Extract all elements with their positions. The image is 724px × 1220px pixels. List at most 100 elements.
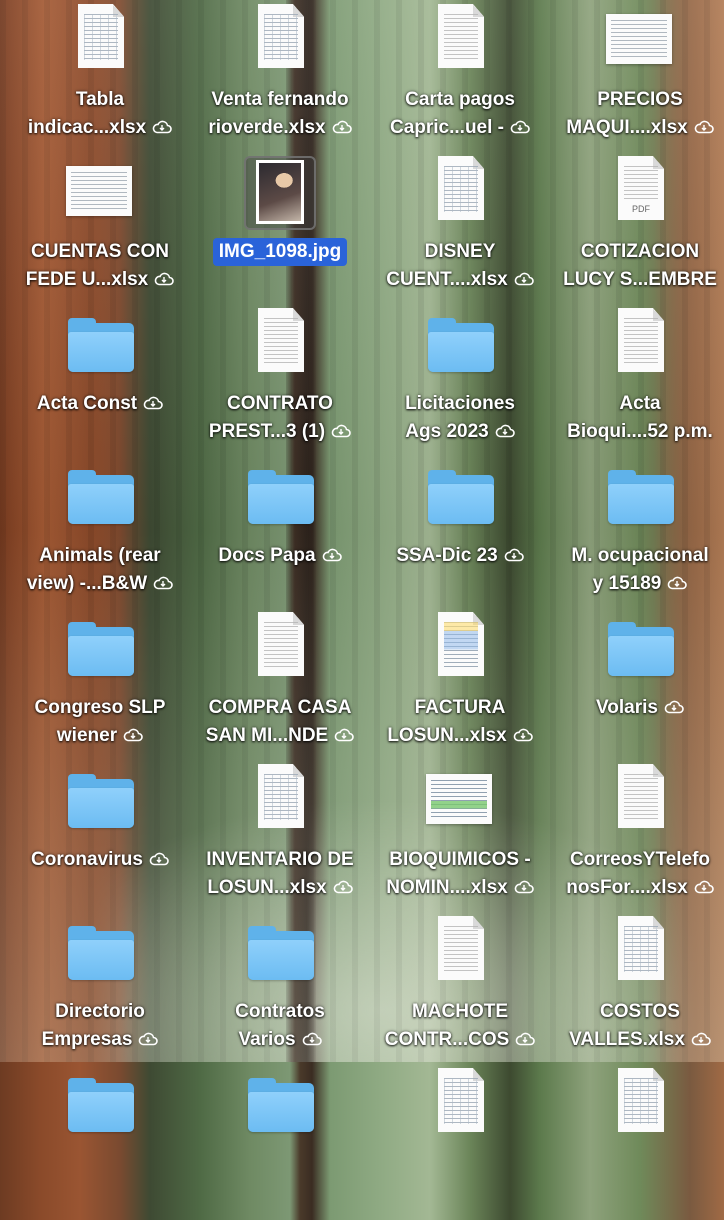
spreadsheet-icon[interactable] [604,4,676,76]
icloud-download-icon[interactable] [332,120,352,134]
icloud-download-icon[interactable] [667,576,688,590]
desktop-item[interactable]: DISNEY CUENT....xlsx [370,156,550,308]
icloud-download-icon[interactable] [694,120,714,134]
icloud-download-icon[interactable] [694,880,714,894]
pdf-icon[interactable]: PDF [604,156,676,228]
icloud-download-icon[interactable] [149,852,169,866]
desktop-item-label[interactable]: Directorio Empresas [10,998,190,1054]
desktop-item-label[interactable]: MACHOTE CONTR...COS [370,998,550,1054]
icloud-download-icon[interactable] [154,272,175,286]
document-icon[interactable] [244,308,316,380]
desktop-item-label[interactable]: Contratos Varios [190,998,370,1054]
desktop-item[interactable]: INVENTARIO DE LOSUN...xlsx [190,764,370,916]
desktop-item-label[interactable]: Tabla indicac...xlsx [10,86,190,142]
desktop-item[interactable]: Directorio Empresas [10,916,190,1068]
folder-icon[interactable] [604,612,676,684]
spreadsheet-icon[interactable] [424,612,496,684]
folder-icon[interactable] [604,460,676,532]
folder-icon[interactable] [64,764,136,836]
desktop-item-label[interactable]: Docs Papa [190,542,370,570]
icloud-download-icon[interactable] [334,728,355,742]
desktop-item-label[interactable]: Licitaciones Ags 2023 [370,390,550,446]
desktop-item-label[interactable]: INVENTARIO DE LOSUN...xlsx [190,846,370,902]
icloud-download-icon[interactable] [691,1032,711,1046]
icloud-download-icon[interactable] [333,880,353,894]
desktop-item-label[interactable]: IMG_1098.jpg [190,238,370,266]
icloud-download-icon[interactable] [510,120,530,134]
desktop-item-label[interactable]: SSA-Dic 23 [370,542,550,570]
desktop-item[interactable] [10,1068,190,1220]
spreadsheet-icon[interactable] [64,156,136,228]
folder-icon[interactable] [244,460,316,532]
desktop-item[interactable]: Congreso SLP wiener [10,612,190,764]
desktop-item[interactable]: PDF COTIZACION LUCY S...EMBRE [550,156,724,308]
spreadsheet-icon[interactable] [244,4,316,76]
desktop-item[interactable]: FACTURA LOSUN...xlsx [370,612,550,764]
desktop-item[interactable]: IMG_1098.jpg [190,156,370,308]
desktop-item-label[interactable]: BIOQUIMICOS - NOMIN....xlsx [370,846,550,902]
desktop-item[interactable] [370,1068,550,1220]
document-icon[interactable] [604,764,676,836]
icloud-download-icon[interactable] [123,728,143,742]
desktop-item-label[interactable]: COSTOS VALLES.xlsx [550,998,724,1054]
folder-icon[interactable] [244,916,316,988]
desktop-item-label[interactable]: CONTRATO PREST...3 (1) [190,390,370,446]
spreadsheet-icon[interactable] [424,1068,496,1140]
icloud-download-icon[interactable] [515,1032,536,1046]
desktop-item-label[interactable]: Coronavirus [10,846,190,874]
desktop-item-label[interactable]: FACTURA LOSUN...xlsx [370,694,550,750]
icloud-download-icon[interactable] [664,700,684,714]
icloud-download-icon[interactable] [495,424,515,438]
desktop-item-label[interactable]: COMPRA CASA SAN MI...NDE [190,694,370,750]
icloud-download-icon[interactable] [513,728,533,742]
folder-icon[interactable] [64,308,136,380]
spreadsheet-icon[interactable] [424,156,496,228]
document-icon[interactable] [424,4,496,76]
spreadsheet-icon[interactable] [424,764,496,836]
desktop-item-label[interactable]: DISNEY CUENT....xlsx [370,238,550,294]
document-icon[interactable] [424,916,496,988]
desktop-item-label[interactable]: Volaris [550,694,724,722]
document-icon[interactable] [244,612,316,684]
desktop-item[interactable]: CONTRATO PREST...3 (1) [190,308,370,460]
desktop-item-label[interactable]: Carta pagos Capric...uel - [370,86,550,142]
spreadsheet-icon[interactable] [64,4,136,76]
desktop-item[interactable]: Carta pagos Capric...uel - [370,4,550,156]
spreadsheet-icon[interactable] [244,764,316,836]
icloud-download-icon[interactable] [153,576,173,590]
folder-icon[interactable] [424,460,496,532]
icloud-download-icon[interactable] [322,548,342,562]
desktop-item[interactable]: Tabla indicac...xlsx [10,4,190,156]
folder-icon[interactable] [64,460,136,532]
desktop-item[interactable]: Acta Const [10,308,190,460]
desktop-item[interactable]: Volaris [550,612,724,764]
icloud-download-icon[interactable] [504,548,524,562]
desktop-item[interactable]: SSA-Dic 23 [370,460,550,612]
desktop-item[interactable] [550,1068,724,1220]
desktop-item[interactable]: Animals (rear view) -...B&W [10,460,190,612]
desktop-item[interactable]: Coronavirus [10,764,190,916]
folder-icon[interactable] [64,916,136,988]
icloud-download-icon[interactable] [302,1032,322,1046]
desktop-item-label[interactable]: Acta Const [10,390,190,418]
desktop-item-label[interactable]: COTIZACION LUCY S...EMBRE [550,238,724,294]
desktop-item[interactable]: BIOQUIMICOS - NOMIN....xlsx [370,764,550,916]
desktop-item[interactable]: Docs Papa [190,460,370,612]
icloud-download-icon[interactable] [514,880,534,894]
folder-icon[interactable] [64,1068,136,1140]
desktop-item[interactable]: M. ocupacional y 15189 [550,460,724,612]
desktop-item[interactable]: Licitaciones Ags 2023 [370,308,550,460]
spreadsheet-icon[interactable] [604,916,676,988]
icloud-download-icon[interactable] [143,396,163,410]
desktop-item[interactable]: PRECIOS MAQUI....xlsx [550,4,724,156]
desktop-item[interactable]: CorreosYTelefo nosFor....xlsx [550,764,724,916]
folder-icon[interactable] [64,612,136,684]
spreadsheet-icon[interactable] [604,1068,676,1140]
document-icon[interactable] [604,308,676,380]
folder-icon[interactable] [424,308,496,380]
icloud-download-icon[interactable] [331,424,351,438]
icloud-download-icon[interactable] [138,1032,159,1046]
desktop-item[interactable]: COMPRA CASA SAN MI...NDE [190,612,370,764]
desktop-item-label[interactable]: Congreso SLP wiener [10,694,190,750]
desktop-item[interactable]: COSTOS VALLES.xlsx [550,916,724,1068]
